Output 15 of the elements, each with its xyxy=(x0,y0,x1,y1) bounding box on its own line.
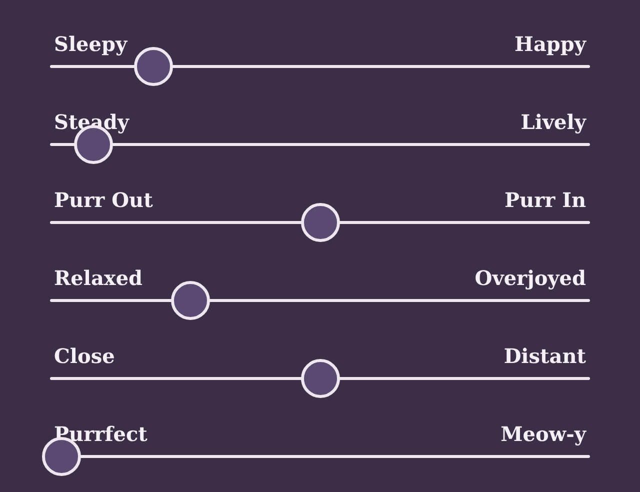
slider-label: Meow-y xyxy=(500,423,586,445)
slider-label: Relaxed xyxy=(54,267,143,289)
slider-thumb[interactable] xyxy=(301,359,340,398)
slider-label: Sleepy xyxy=(54,33,128,55)
slider-thumb[interactable] xyxy=(171,281,210,320)
slider-label: Distant xyxy=(504,345,586,367)
slider-label: Happy xyxy=(514,33,586,55)
slider-label: Purr In xyxy=(504,189,586,211)
slider-thumb[interactable] xyxy=(134,47,173,86)
slider-label: Close xyxy=(54,345,115,367)
slider-label: Lively xyxy=(520,111,586,133)
slider-label: Overjoyed xyxy=(474,267,586,289)
slider-label: Purrfect xyxy=(54,423,148,445)
slider-thumb[interactable] xyxy=(301,203,340,242)
slider-label: Purr Out xyxy=(54,189,153,211)
